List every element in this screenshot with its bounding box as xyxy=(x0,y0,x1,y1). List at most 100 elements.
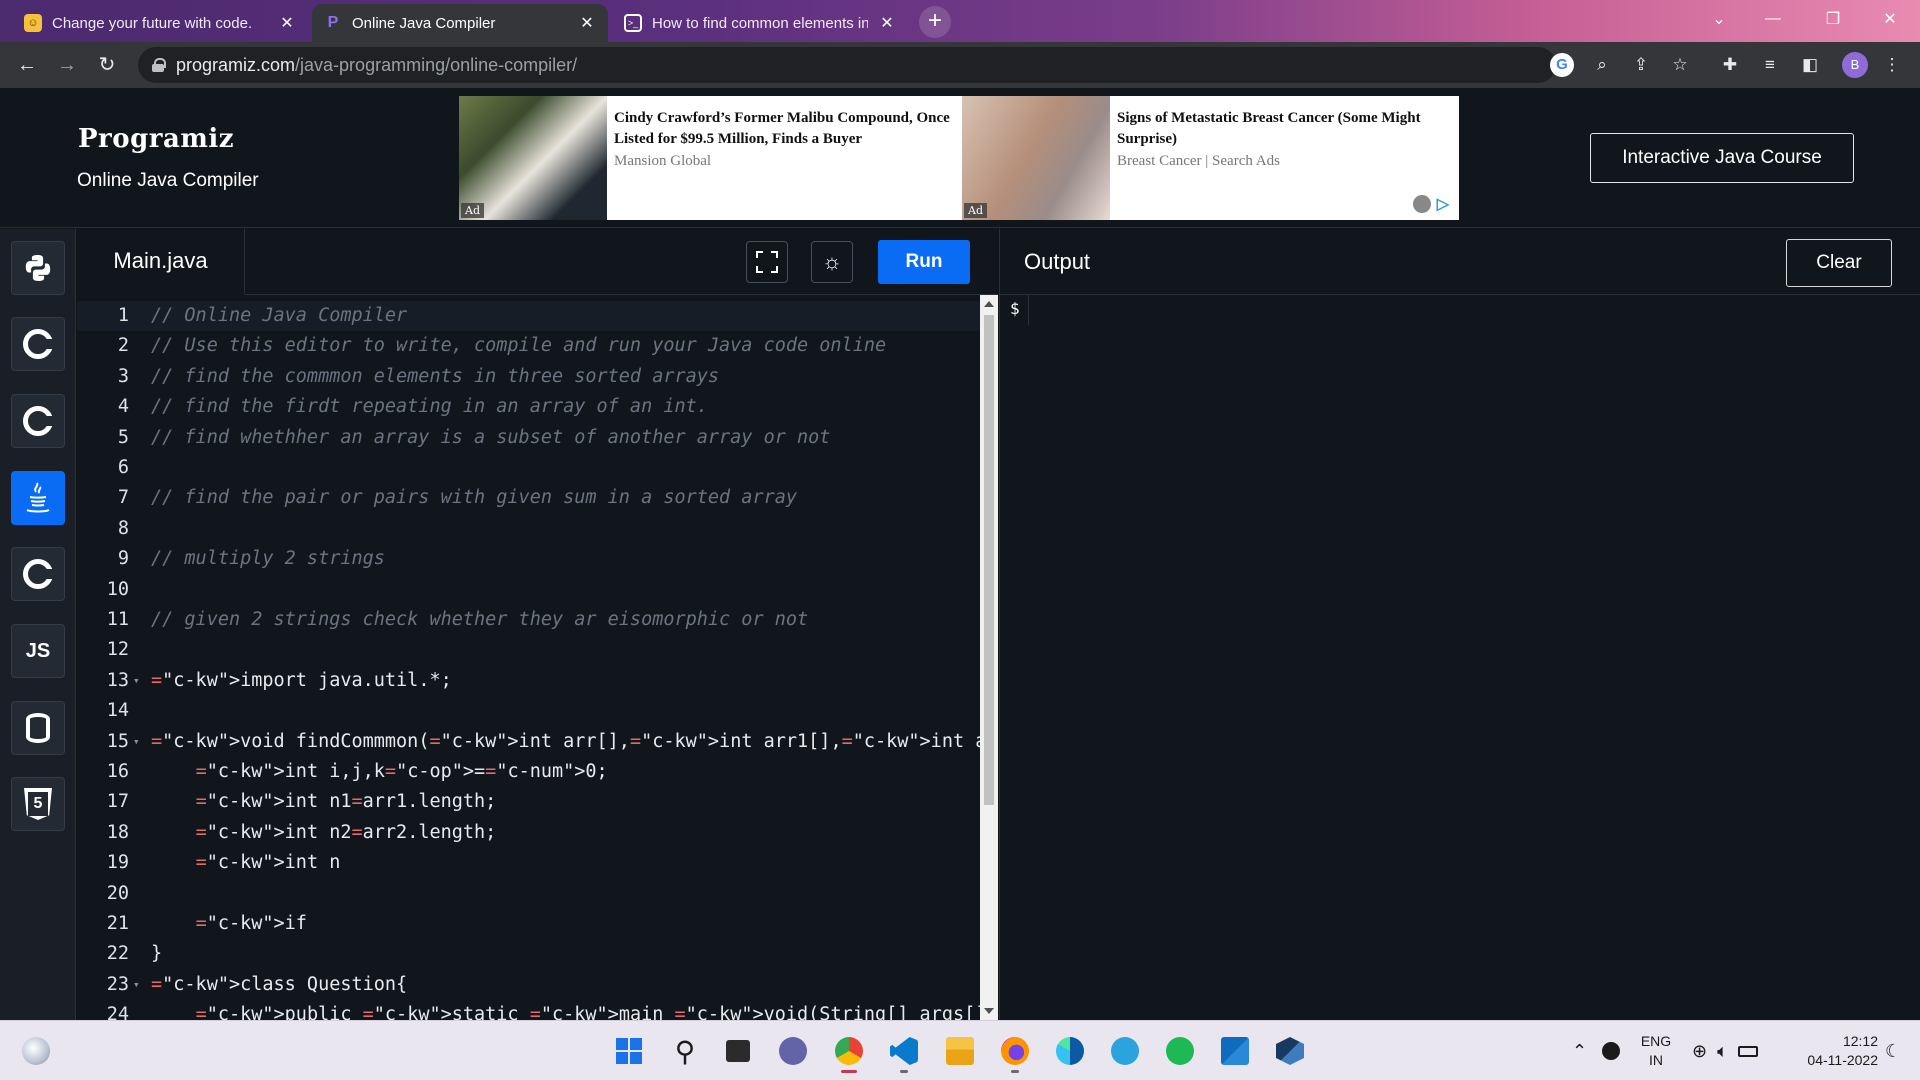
scroll-up-icon[interactable] xyxy=(984,301,994,307)
language-c-button[interactable] xyxy=(11,317,65,371)
code-line[interactable]: 1 // Online Java Compiler xyxy=(77,301,980,332)
language-sql-button[interactable] xyxy=(11,701,65,755)
file-tab-main-java[interactable]: Main.java xyxy=(77,229,245,295)
language-csharp-button[interactable] xyxy=(11,547,65,601)
tab-search-dropdown-icon[interactable]: ⌄ xyxy=(1691,0,1747,38)
code-area[interactable]: 1 // Online Java Compiler 2 // Use this edi… xyxy=(77,295,980,1020)
code-line[interactable]: 24 ="c-kw">public ="c-kw">static ="c-kw"… xyxy=(77,1000,980,1020)
firefox-taskbar-button[interactable] xyxy=(995,1031,1035,1073)
fullscreen-button[interactable] xyxy=(746,241,788,283)
browser-tab-online-java-compiler[interactable]: P Online Java Compiler ✕ xyxy=(312,4,608,42)
edge-taskbar-button[interactable] xyxy=(1050,1031,1090,1071)
code-line[interactable]: 20 xyxy=(77,879,980,909)
close-tab-icon[interactable]: ✕ xyxy=(578,13,596,33)
code-line[interactable]: 17 ="c-kw">int n1=arr1.length; xyxy=(77,787,980,817)
editor-scrollbar[interactable] xyxy=(980,295,998,1020)
zoom-icon[interactable]: ⌕ xyxy=(1590,53,1614,77)
run-button[interactable]: Run xyxy=(878,240,970,284)
taskbar-search-button[interactable]: ⚲ xyxy=(665,1031,705,1071)
language-html-button[interactable]: 5 xyxy=(11,777,65,831)
telegram-taskbar-button[interactable] xyxy=(1105,1031,1145,1071)
reading-list-icon[interactable]: ≡ xyxy=(1758,53,1782,77)
spotify-taskbar-button[interactable] xyxy=(1160,1031,1200,1071)
fold-arrow-icon[interactable]: ▾ xyxy=(133,970,140,1000)
code-line[interactable]: 10 xyxy=(77,575,980,605)
ad-choices[interactable]: ▷ xyxy=(1412,194,1449,214)
close-window-button[interactable]: ✕ xyxy=(1862,0,1918,38)
code-line[interactable]: 5 // find whethher an array is a subset o… xyxy=(77,423,980,453)
ad-feedback-icon[interactable] xyxy=(1412,195,1431,213)
code-line[interactable]: 19 ="c-kw">int n xyxy=(77,848,980,878)
code-line[interactable]: 12 xyxy=(77,635,980,665)
code-line[interactable]: 15 ▾ ="c-kw">void findCommmon(="c-kw">int … xyxy=(77,727,980,757)
reload-icon[interactable]: ↻ xyxy=(92,50,122,80)
taskbar-clock[interactable]: 12:12 04-11-2022 xyxy=(1788,1032,1878,1070)
code-line[interactable]: 4 // find the firdt repeating in an array… xyxy=(77,392,980,422)
profile-avatar[interactable]: B xyxy=(1842,52,1868,78)
theme-toggle-button[interactable]: ☼ xyxy=(811,241,853,283)
code-line[interactable]: 6 xyxy=(77,453,980,483)
scroll-down-icon[interactable] xyxy=(984,1008,994,1014)
close-tab-icon[interactable]: ✕ xyxy=(878,13,896,33)
more-menu-icon[interactable]: ⋮ xyxy=(1880,53,1904,77)
code-line[interactable]: 3 // find the commmon elements in three s… xyxy=(77,362,980,392)
code-line[interactable]: 7 // find the pair or pairs with given su… xyxy=(77,483,980,513)
minimize-window-button[interactable]: — xyxy=(1745,0,1801,38)
ad-image[interactable]: Ad xyxy=(459,96,607,220)
bookmark-star-icon[interactable]: ☆ xyxy=(1668,53,1692,77)
code-line[interactable]: 2 // Use this editor to write, compile an… xyxy=(77,331,980,361)
ad-headline[interactable]: Signs of Metastatic Breast Cancer (Some … xyxy=(1117,108,1452,150)
fold-arrow-icon[interactable]: ▾ xyxy=(133,666,140,696)
share-icon[interactable]: ⇪ xyxy=(1629,53,1653,77)
task-view-button[interactable] xyxy=(718,1031,758,1071)
side-panel-icon[interactable]: ◧ xyxy=(1798,53,1822,77)
notifications-button[interactable]: ☾ xyxy=(1885,1021,1901,1080)
back-arrow-icon[interactable]: ← xyxy=(12,50,42,80)
location-tray-button[interactable] xyxy=(1602,1021,1620,1080)
language-cpp-button[interactable] xyxy=(11,394,65,448)
mail-taskbar-button[interactable] xyxy=(1215,1031,1255,1071)
show-hidden-icons-button[interactable]: ⌃ xyxy=(1572,1021,1587,1080)
interactive-java-course-button[interactable]: Interactive Java Course xyxy=(1590,133,1854,183)
widgets-button[interactable] xyxy=(16,1031,56,1071)
chrome-taskbar-button[interactable] xyxy=(829,1031,869,1073)
code-line[interactable]: 9 // multiply 2 strings xyxy=(77,544,980,574)
fold-arrow-icon[interactable]: ▾ xyxy=(133,727,140,757)
lock-icon[interactable] xyxy=(152,58,166,72)
ad-image[interactable]: Ad xyxy=(962,96,1110,220)
code-line[interactable]: 23 ▾ ="c-kw">class Question{ xyxy=(77,970,980,1000)
input-language-indicator[interactable]: ENG IN xyxy=(1636,1032,1676,1070)
restore-window-button[interactable]: ❐ xyxy=(1805,0,1861,38)
teams-chat-button[interactable] xyxy=(773,1031,813,1071)
code-line[interactable]: 16 ="c-kw">int i,j,k="c-op">=="c-num">0; xyxy=(77,757,980,787)
language-python-button[interactable] xyxy=(11,241,65,295)
new-tab-button[interactable]: + xyxy=(919,6,951,38)
forward-arrow-icon[interactable]: → xyxy=(52,50,82,80)
language-java-button[interactable] xyxy=(11,471,65,525)
language-javascript-button[interactable]: JS xyxy=(11,624,65,678)
code-line[interactable]: 8 xyxy=(77,514,980,544)
address-bar[interactable]: programiz.com/java-programming/online-co… xyxy=(138,47,1556,83)
clear-button[interactable]: Clear xyxy=(1786,239,1892,287)
google-lens-icon[interactable]: G xyxy=(1550,53,1574,77)
scrollbar-thumb[interactable] xyxy=(984,315,994,805)
vscode-taskbar-button[interactable] xyxy=(884,1031,924,1073)
virtualbox-taskbar-button[interactable] xyxy=(1270,1031,1310,1071)
file-explorer-button[interactable] xyxy=(940,1031,980,1071)
ad-headline[interactable]: Cindy Crawford’s Former Malibu Compound,… xyxy=(614,108,954,150)
code-line[interactable]: 14 xyxy=(77,696,980,726)
code-line[interactable]: 21 ="c-kw">if xyxy=(77,909,980,939)
programiz-logo[interactable]: Programiz xyxy=(78,124,234,154)
advertisement-banner[interactable]: Ad Cindy Crawford’s Former Malibu Compou… xyxy=(459,96,1459,220)
code-line[interactable]: 11 // given 2 strings check whether they … xyxy=(77,605,980,635)
browser-tab-codecademy[interactable]: ☺ Change your future with code. ✕ xyxy=(12,4,308,42)
start-button[interactable] xyxy=(609,1031,649,1071)
code-line[interactable]: 13 ▾ ="c-kw">import java.util.*; xyxy=(77,666,980,696)
code-line[interactable]: 22} xyxy=(77,939,980,969)
system-tray-quick-settings[interactable]: ⊕ 🔈︎ xyxy=(1692,1021,1758,1080)
browser-tab-common-elements[interactable]: >_ How to find common elements in ✕ xyxy=(612,4,908,42)
close-tab-icon[interactable]: ✕ xyxy=(278,13,296,33)
adchoices-icon[interactable]: ▷ xyxy=(1437,194,1449,214)
extensions-icon[interactable]: ✚ xyxy=(1718,53,1742,77)
code-line[interactable]: 18 ="c-kw">int n2=arr2.length; xyxy=(77,818,980,848)
